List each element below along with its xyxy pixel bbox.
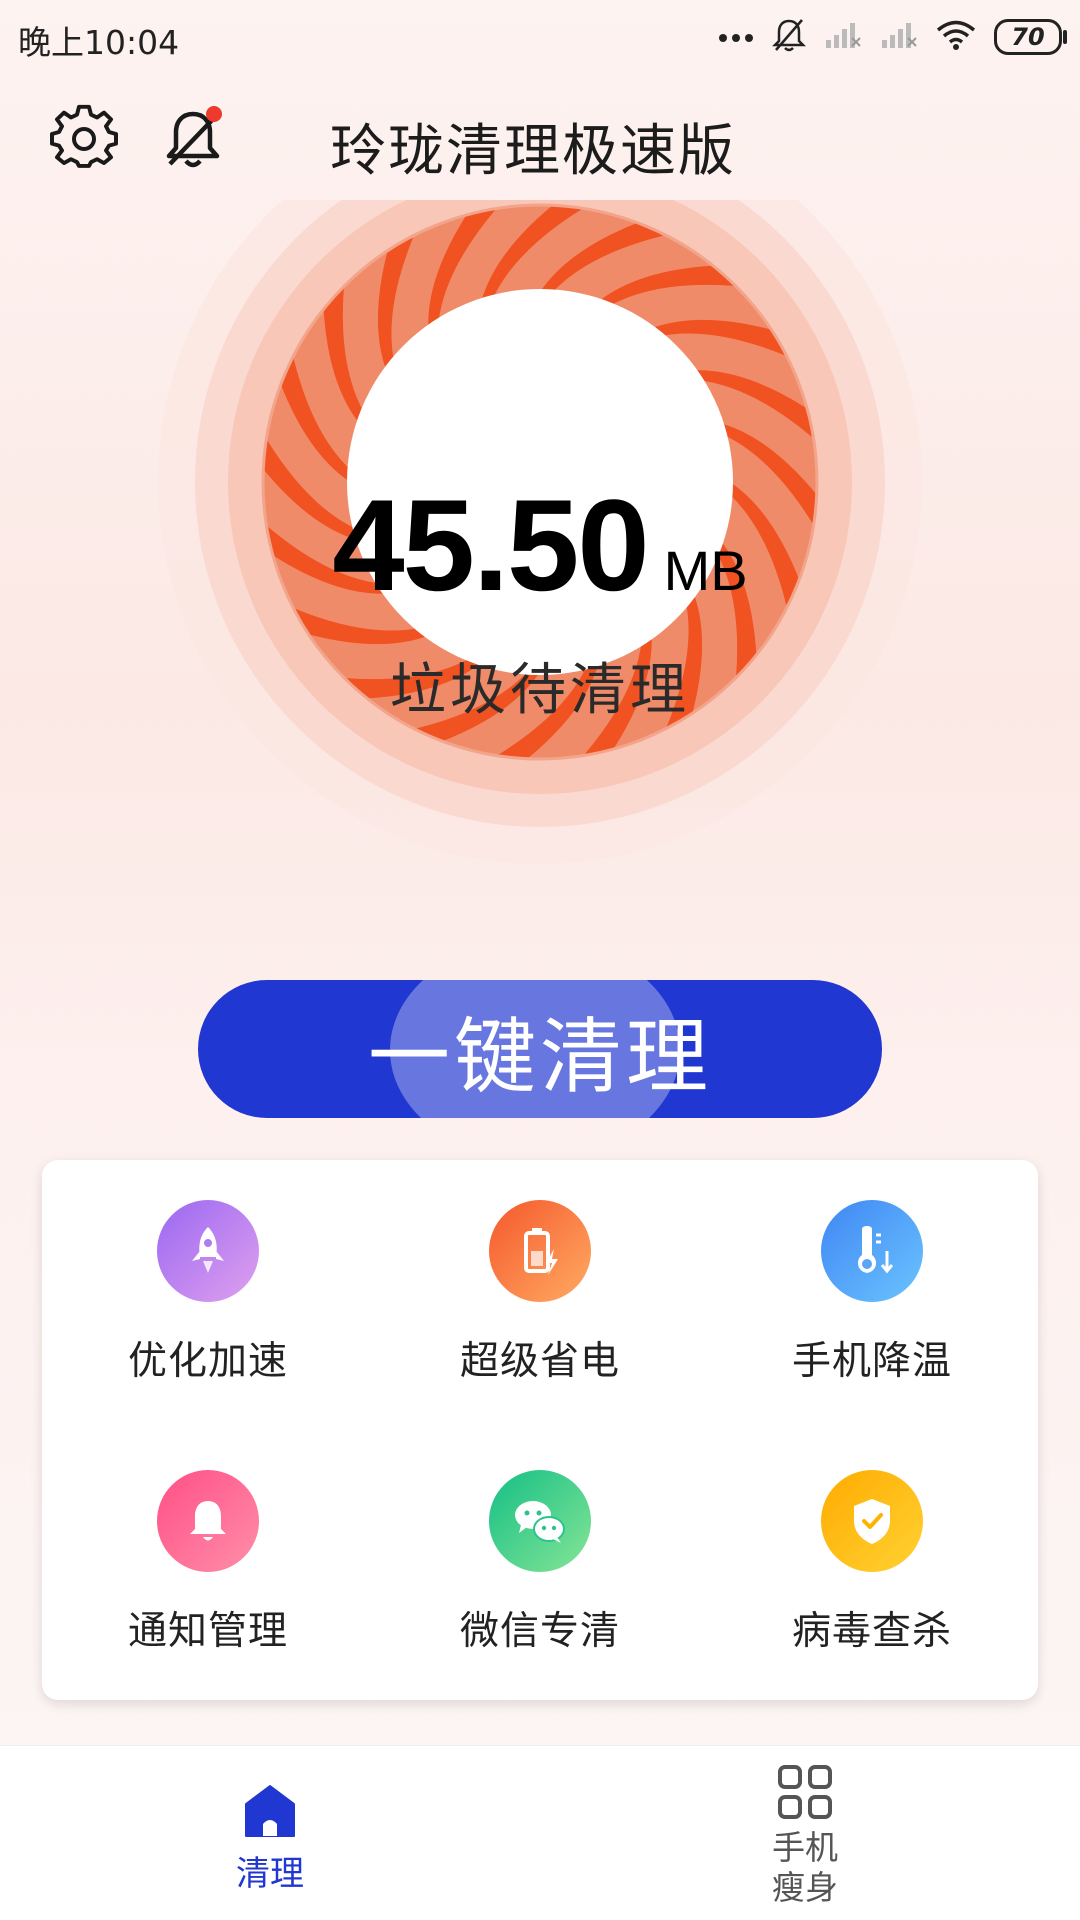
wechat-icon bbox=[489, 1470, 591, 1572]
tools-card: 优化加速 超级省电 手机降温 通知管理 微信专清 病毒查杀 bbox=[42, 1160, 1038, 1700]
status-icons: 70 bbox=[718, 14, 1067, 60]
app-header: 玲珑清理极速版 bbox=[0, 76, 1080, 206]
tool-label: 病毒查杀 bbox=[791, 1609, 952, 1654]
tool-label: 超级省电 bbox=[459, 1339, 620, 1384]
settings-button[interactable] bbox=[50, 104, 118, 172]
wifi-icon bbox=[936, 19, 976, 55]
tool-label: 优化加速 bbox=[127, 1339, 288, 1384]
tool-optimize-speed[interactable]: 优化加速 bbox=[42, 1160, 374, 1410]
junk-value: 45.50 bbox=[332, 472, 649, 618]
nav-label-clean: 清理 bbox=[236, 1854, 304, 1894]
bell-icon bbox=[157, 1470, 259, 1572]
status-time: 晚上10:04 bbox=[18, 23, 180, 62]
tool-label: 微信专清 bbox=[459, 1609, 620, 1654]
signal-1-icon bbox=[824, 20, 862, 54]
bottom-nav: 清理 手机 瘦身 bbox=[0, 1745, 1080, 1920]
tool-phone-cooling[interactable]: 手机降温 bbox=[706, 1160, 1038, 1410]
junk-label: 垃圾待清理 bbox=[390, 658, 690, 723]
app-title: 玲珑清理极速版 bbox=[330, 119, 736, 184]
notification-dot bbox=[206, 106, 222, 122]
shield-icon bbox=[821, 1470, 923, 1572]
one-click-clean-button[interactable]: 一键清理 bbox=[198, 980, 882, 1118]
thermometer-icon bbox=[821, 1200, 923, 1302]
signal-2-icon bbox=[880, 20, 918, 54]
battery-indicator: 70 bbox=[994, 19, 1067, 55]
nav-tab-phone-slim[interactable]: 手机 瘦身 bbox=[735, 1764, 875, 1908]
tool-virus-scan[interactable]: 病毒查杀 bbox=[706, 1430, 1038, 1680]
junk-unit: MB bbox=[663, 539, 748, 602]
tool-notification-manage[interactable]: 通知管理 bbox=[42, 1430, 374, 1680]
tool-label: 手机降温 bbox=[791, 1339, 952, 1384]
tool-power-saving[interactable]: 超级省电 bbox=[374, 1160, 706, 1410]
battery-icon bbox=[489, 1200, 591, 1302]
nav-label-phone-slim: 手机 瘦身 bbox=[772, 1828, 838, 1907]
more-dots-icon bbox=[718, 28, 754, 47]
status-bar: 晚上10:04 70 bbox=[0, 0, 1080, 76]
rocket-icon bbox=[157, 1200, 259, 1302]
tool-wechat-clean[interactable]: 微信专清 bbox=[374, 1430, 706, 1680]
tool-label: 通知管理 bbox=[127, 1609, 288, 1654]
mute-icon bbox=[771, 17, 807, 57]
home-icon bbox=[245, 1785, 295, 1837]
clean-button-label: 一键清理 bbox=[367, 1009, 712, 1105]
notification-button[interactable] bbox=[160, 104, 230, 174]
junk-size: 45.50 MB bbox=[70, 470, 1010, 620]
gear-icon bbox=[50, 104, 118, 168]
junk-gauge: 45.50 MB 垃圾待清理 bbox=[70, 200, 1010, 980]
nav-tab-clean[interactable]: 清理 bbox=[200, 1784, 340, 1895]
apps-grid-icon bbox=[778, 1765, 832, 1819]
